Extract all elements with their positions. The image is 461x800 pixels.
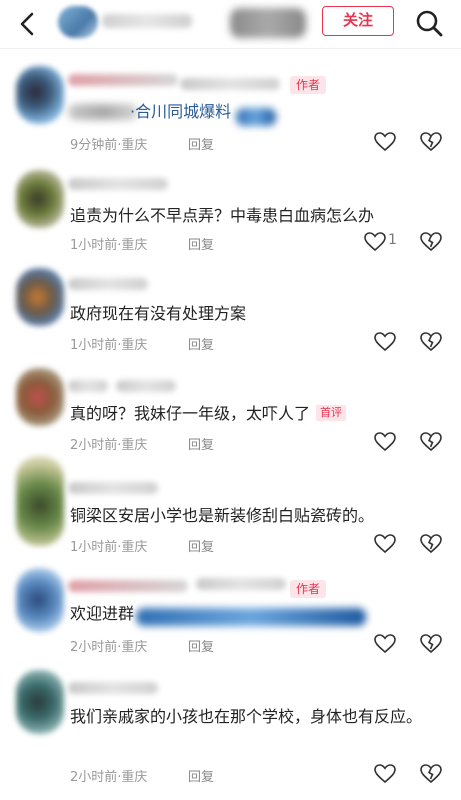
- avatar[interactable]: [16, 670, 64, 734]
- like-button[interactable]: [374, 432, 396, 452]
- dislike-button[interactable]: [420, 764, 442, 784]
- dislike-button[interactable]: [420, 332, 442, 352]
- avatar[interactable]: [16, 268, 64, 326]
- avatar[interactable]: [16, 568, 64, 632]
- reply-button[interactable]: 回复: [188, 334, 214, 353]
- chevron-left-icon: [20, 12, 34, 36]
- first-comment-badge: 首评: [316, 405, 347, 421]
- avatar[interactable]: [16, 368, 64, 426]
- blurred-nickname: [116, 380, 176, 392]
- blurred-nickname: [68, 482, 158, 494]
- blurred-username-2: [230, 8, 306, 38]
- like-button[interactable]: [374, 132, 396, 152]
- broken-heart-icon: [420, 534, 442, 554]
- comment-meta: 1小时前·重庆 回复: [70, 334, 214, 353]
- comment-item: 作者 欢迎进群 2小时前·重庆 回复: [0, 566, 461, 660]
- comment-text: 真的呀？我妹仔一年级，太吓人了 首评: [70, 402, 347, 426]
- blurred-nickname: [180, 78, 280, 90]
- comment-meta: 9分钟前·重庆 回复: [70, 134, 214, 153]
- back-button[interactable]: [14, 10, 42, 38]
- author-badge: 作者: [290, 580, 326, 598]
- time-location: 2小时前·重庆: [70, 438, 148, 453]
- broken-heart-icon: [420, 332, 442, 352]
- blurred-nickname: [68, 380, 108, 392]
- time-location: 1小时前·重庆: [70, 338, 148, 353]
- blurred-text: [68, 104, 138, 120]
- comment-text: 政府现在有没有处理方案: [70, 304, 247, 323]
- time-location: 1小时前·重庆: [70, 540, 148, 555]
- dislike-button[interactable]: [420, 634, 442, 654]
- broken-heart-icon: [420, 432, 442, 452]
- heart-icon: [374, 132, 396, 152]
- reply-button[interactable]: 回复: [188, 536, 214, 555]
- avatar[interactable]: [16, 170, 64, 228]
- comment-meta: 1小时前·重庆 回复: [70, 536, 214, 555]
- follow-button[interactable]: 关注: [322, 6, 394, 36]
- heart-icon: [364, 232, 386, 252]
- search-button[interactable]: [414, 8, 444, 38]
- blurred-nickname: [196, 578, 286, 590]
- blurred-nickname: [68, 278, 148, 290]
- comment-item: 作者 ·合川同城爆料 9分钟前·重庆 回复: [0, 64, 461, 158]
- reply-button[interactable]: 回复: [188, 636, 214, 655]
- heart-icon: [374, 432, 396, 452]
- comment-body: 真的呀？我妹仔一年级，太吓人了: [70, 404, 311, 423]
- broken-heart-icon: [420, 232, 442, 252]
- blurred-text: [236, 108, 276, 126]
- blurred-nickname: [68, 178, 168, 190]
- comment-meta: 2小时前·重庆 回复: [70, 434, 214, 453]
- like-button[interactable]: [374, 764, 396, 784]
- like-count: 1: [388, 232, 397, 248]
- avatar[interactable]: [16, 66, 64, 124]
- heart-icon: [374, 332, 396, 352]
- broken-heart-icon: [420, 634, 442, 654]
- comment-text: 欢迎进群: [70, 604, 135, 623]
- blurred-avatar[interactable]: [58, 6, 98, 38]
- comment-text: 铜梁区安居小学也是新装修刮白贴瓷砖的。: [70, 506, 375, 525]
- time-location: 2小时前·重庆: [70, 770, 148, 785]
- comment-item: 追责为什么不早点弄？中毒患白血病怎么办 1小时前·重庆 回复 1: [0, 168, 461, 258]
- like-button[interactable]: [364, 232, 386, 252]
- blurred-nickname: [68, 580, 188, 592]
- comment-meta: 2小时前·重庆 回复: [70, 766, 214, 785]
- reply-button[interactable]: 回复: [188, 766, 214, 785]
- dislike-button[interactable]: [420, 232, 442, 252]
- comment-item: 我们亲戚家的小孩也在那个学校，身体也有反应。 2小时前·重庆 回复: [0, 668, 461, 796]
- dislike-button[interactable]: [420, 534, 442, 554]
- author-badge: 作者: [290, 76, 326, 94]
- like-button[interactable]: [374, 332, 396, 352]
- comment-meta: 2小时前·重庆 回复: [70, 636, 214, 655]
- comment-text: 追责为什么不早点弄？中毒患白血病怎么办: [70, 206, 375, 225]
- top-bar: 关注: [0, 0, 461, 49]
- time-location: 2小时前·重庆: [70, 640, 148, 655]
- broken-heart-icon: [420, 764, 442, 784]
- comment-text: ·合川同城爆料: [130, 102, 232, 121]
- heart-icon: [374, 534, 396, 554]
- search-icon: [416, 10, 443, 37]
- avatar[interactable]: [16, 456, 64, 546]
- dislike-button[interactable]: [420, 132, 442, 152]
- heart-icon: [374, 764, 396, 784]
- reply-button[interactable]: 回复: [188, 234, 214, 253]
- comment-text: 我们亲戚家的小孩也在那个学校，身体也有反应。: [70, 707, 423, 726]
- heart-icon: [374, 634, 396, 654]
- comment-meta: 1小时前·重庆 回复: [70, 234, 214, 253]
- dislike-button[interactable]: [420, 432, 442, 452]
- blurred-username: [102, 14, 192, 28]
- reply-button[interactable]: 回复: [188, 434, 214, 453]
- blurred-nickname: [68, 74, 178, 86]
- like-button[interactable]: [374, 634, 396, 654]
- comment-item: 铜梁区安居小学也是新装修刮白贴瓷砖的。 1小时前·重庆 回复: [0, 454, 461, 558]
- broken-heart-icon: [420, 132, 442, 152]
- blurred-nickname: [68, 682, 158, 694]
- reply-button[interactable]: 回复: [188, 134, 214, 153]
- like-button[interactable]: [374, 534, 396, 554]
- blurred-text: [136, 608, 366, 626]
- comment-item: 政府现在有没有处理方案 1小时前·重庆 回复: [0, 268, 461, 358]
- time-location: 9分钟前·重庆: [70, 138, 148, 153]
- time-location: 1小时前·重庆: [70, 238, 148, 253]
- comment-item: 真的呀？我妹仔一年级，太吓人了 首评 2小时前·重庆 回复: [0, 368, 461, 458]
